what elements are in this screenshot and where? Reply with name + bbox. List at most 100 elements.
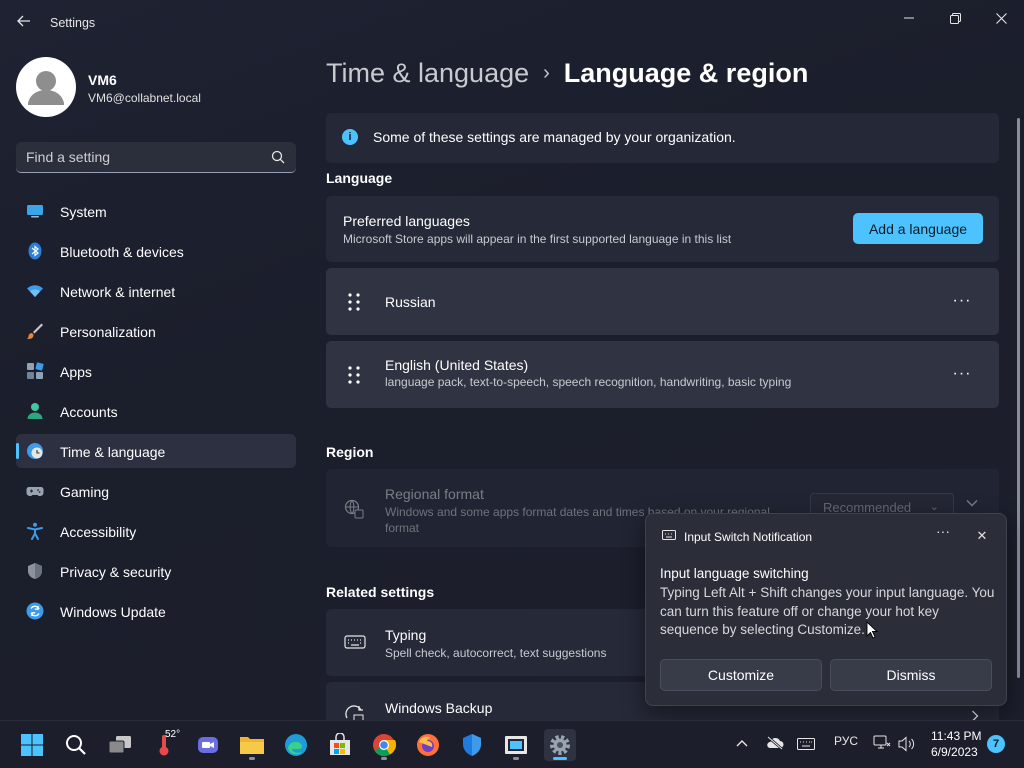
- shield-icon: [28, 563, 42, 579]
- toast-more-button[interactable]: ···: [932, 524, 954, 544]
- defender-button[interactable]: [456, 729, 488, 761]
- drag-handle-icon[interactable]: [347, 293, 361, 311]
- sidebar-item-personalization[interactable]: Personalization: [16, 314, 296, 348]
- back-button[interactable]: [12, 12, 36, 36]
- bluetooth-icon: [28, 242, 42, 260]
- customize-button[interactable]: Customize: [660, 659, 822, 691]
- task-view-button[interactable]: [104, 729, 136, 761]
- clock-time[interactable]: 11:43 PM: [931, 729, 981, 743]
- settings-app-button[interactable]: [544, 729, 576, 761]
- network-icon[interactable]: [873, 735, 891, 751]
- keyboard-icon: [344, 635, 366, 649]
- add-language-button[interactable]: Add a language: [853, 213, 983, 244]
- app-title: Settings: [50, 16, 96, 30]
- minimize-button[interactable]: [886, 6, 932, 30]
- sidebar-item-label: Windows Update: [60, 604, 166, 620]
- file-explorer-button[interactable]: [236, 729, 268, 761]
- sidebar-item-label: Gaming: [60, 484, 110, 500]
- language-item-russian[interactable]: Russian ···: [326, 268, 999, 335]
- scrollbar[interactable]: [1017, 118, 1020, 678]
- gamepad-icon: [26, 487, 44, 497]
- breadcrumb-separator: ›: [543, 62, 550, 84]
- language-more-button[interactable]: ···: [947, 366, 977, 388]
- start-button[interactable]: [16, 729, 48, 761]
- language-more-button[interactable]: ···: [947, 293, 977, 315]
- sidebar-item-label: System: [60, 204, 107, 220]
- store-button[interactable]: [324, 729, 356, 761]
- sidebar-item-bluetooth[interactable]: Bluetooth & devices: [16, 234, 296, 268]
- sidebar-item-privacy[interactable]: Privacy & security: [16, 554, 296, 588]
- page-title: Language & region: [563, 58, 809, 88]
- close-icon: [995, 12, 1007, 24]
- preferred-languages-card: Preferred languages Microsoft Store apps…: [326, 196, 999, 262]
- input-switch-toast: Input Switch Notification ··· ✕ Input la…: [645, 513, 1007, 706]
- input-language-indicator[interactable]: РУС: [834, 734, 858, 748]
- show-hidden-icons-chevron-icon[interactable]: [736, 739, 748, 747]
- avatar[interactable]: [16, 57, 76, 117]
- related-item-title: Windows Backup: [385, 700, 493, 716]
- taskbar: [0, 720, 1024, 768]
- toast-app-name: Input Switch Notification: [684, 530, 813, 544]
- task-view-icon: [108, 736, 131, 754]
- chrome-button[interactable]: [368, 729, 400, 761]
- search-input[interactable]: [26, 149, 256, 165]
- active-indicator: [553, 757, 567, 760]
- sidebar-item-gaming[interactable]: Gaming: [16, 474, 296, 508]
- edge-button[interactable]: [280, 729, 312, 761]
- sidebar-item-network[interactable]: Network & internet: [16, 274, 296, 308]
- drag-handle-icon[interactable]: [347, 366, 361, 384]
- defender-shield-icon: [463, 734, 481, 756]
- taskbar-search-button[interactable]: [60, 729, 92, 761]
- sidebar-item-label: Bluetooth & devices: [60, 244, 184, 260]
- sidebar-item-system[interactable]: System: [16, 194, 296, 228]
- language-item-english-us[interactable]: English (United States) language pack, t…: [326, 341, 999, 408]
- toast-body: Typing Left Alt + Shift changes your inp…: [660, 585, 995, 637]
- edge-browser-icon: [285, 734, 307, 756]
- breadcrumb-parent[interactable]: Time & language: [326, 58, 529, 88]
- cloud-offline-icon[interactable]: [766, 736, 784, 750]
- gear-icon: [550, 735, 570, 755]
- sidebar-item-label: Time & language: [60, 444, 166, 460]
- language-name: Russian: [385, 294, 436, 310]
- firefox-button[interactable]: [412, 729, 444, 761]
- back-arrow-icon: [17, 15, 30, 27]
- chrome-browser-icon: [373, 734, 396, 757]
- volume-icon[interactable]: [898, 736, 916, 752]
- sidebar-item-time-language[interactable]: Time & language: [16, 434, 296, 468]
- chevron-down-icon: ⌄: [929, 501, 939, 513]
- keyboard-icon[interactable]: [797, 738, 815, 750]
- sidebar-item-windows-update[interactable]: Windows Update: [16, 594, 296, 628]
- accessibility-icon: [27, 522, 43, 540]
- toast-close-button[interactable]: ✕: [972, 527, 992, 547]
- clock-date[interactable]: 6/9/2023: [931, 745, 978, 759]
- notification-count-badge[interactable]: 7: [987, 735, 1005, 753]
- dismiss-button[interactable]: Dismiss: [830, 659, 992, 691]
- accounts-icon: [27, 403, 43, 419]
- restore-button[interactable]: [932, 6, 978, 30]
- sidebar-item-accounts[interactable]: Accounts: [16, 394, 296, 428]
- sidebar-item-label: Network & internet: [60, 284, 176, 300]
- system-icon: [27, 205, 43, 218]
- sidebar-item-apps[interactable]: Apps: [16, 354, 296, 388]
- search-box[interactable]: [16, 142, 296, 173]
- search-icon: [66, 735, 86, 755]
- weather-temperature: 52°: [165, 729, 181, 740]
- update-icon: [26, 602, 44, 620]
- time-language-icon: [27, 443, 43, 459]
- expand-chevron-icon[interactable]: [966, 499, 978, 507]
- search-icon[interactable]: [270, 149, 286, 165]
- preferred-languages-title: Preferred languages: [343, 213, 470, 229]
- windows-logo-icon: [21, 734, 43, 756]
- sidebar-item-label: Apps: [60, 364, 92, 380]
- media-app-button[interactable]: [500, 729, 532, 761]
- info-icon: i: [342, 129, 358, 145]
- wifi-icon: [27, 285, 43, 297]
- language-detail: language pack, text-to-speech, speech re…: [385, 375, 792, 389]
- sidebar-item-accessibility[interactable]: Accessibility: [16, 514, 296, 548]
- breadcrumb: Time & language › Language & region: [326, 58, 808, 89]
- close-button[interactable]: [978, 6, 1024, 30]
- teams-chat-button[interactable]: [192, 729, 224, 761]
- language-section-title: Language: [326, 170, 393, 186]
- profile-name: VM6: [88, 72, 117, 88]
- regional-format-title: Regional format: [385, 486, 484, 502]
